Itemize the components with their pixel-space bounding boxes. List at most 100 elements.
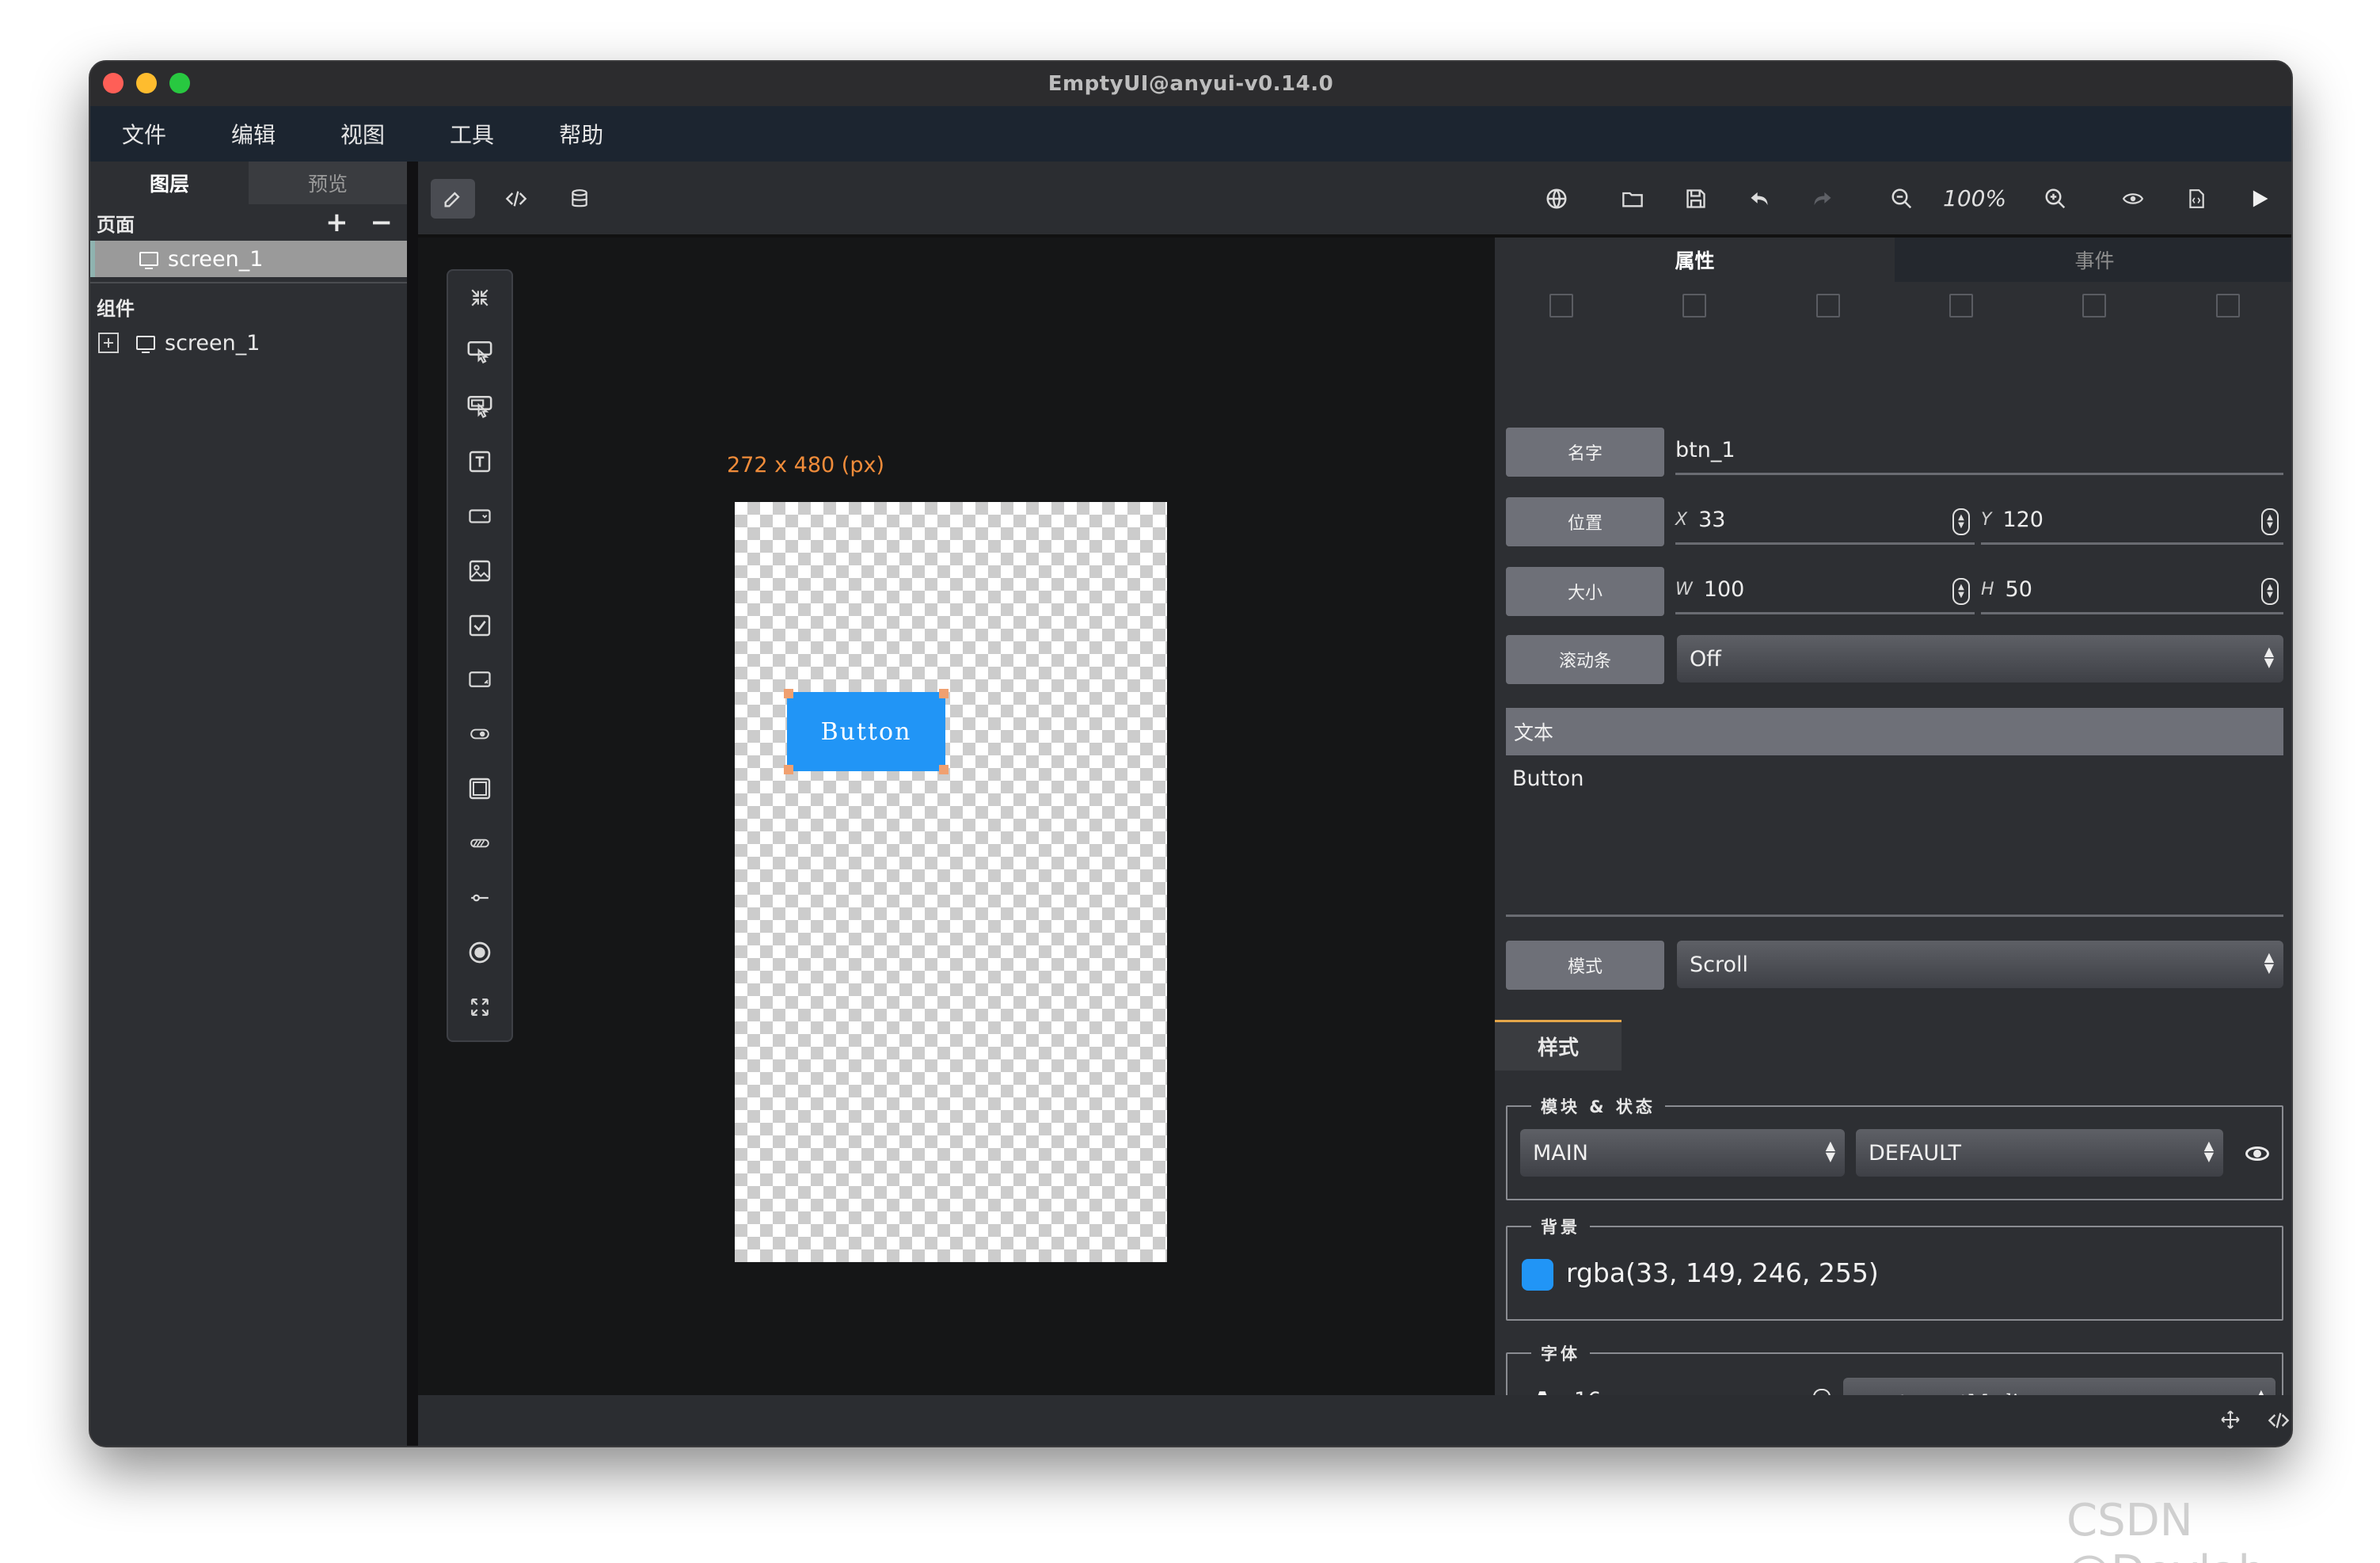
globe-button[interactable]: [1534, 179, 1579, 219]
tab-properties[interactable]: 属性: [1495, 238, 1895, 282]
align-bottom-icon[interactable]: [1949, 294, 1974, 318]
expand-icon[interactable]: [458, 986, 502, 1028]
visibility-eye-icon[interactable]: [2245, 1147, 2269, 1161]
menu-tools[interactable]: 工具: [450, 118, 494, 150]
align-v-center-icon[interactable]: [2215, 294, 2240, 318]
w-spinner[interactable]: ▲ ▼: [1952, 578, 1970, 605]
menu-help[interactable]: 帮助: [559, 118, 603, 150]
canvas-area: 272 x 480 (px) Button: [418, 238, 1495, 1395]
zoom-in-button[interactable]: [2033, 179, 2078, 219]
slider-widget-icon[interactable]: [458, 877, 502, 918]
tab-events[interactable]: 事件: [1895, 238, 2291, 282]
add-remove-page-buttons[interactable]: + −: [325, 207, 399, 238]
image-widget-icon[interactable]: [458, 550, 502, 591]
position-row: 位置 X 33 ▲ ▼ Y 120 ▲ ▼: [1506, 497, 2283, 546]
name-label: 名字: [1506, 428, 1664, 477]
move-icon[interactable]: [2220, 1409, 2241, 1430]
resources-button[interactable]: [557, 179, 602, 219]
h-spinner[interactable]: ▲ ▼: [2261, 578, 2279, 605]
screen-canvas[interactable]: Button: [735, 502, 1167, 1262]
align-h-center-icon[interactable]: [2082, 294, 2107, 318]
edit-mode-button[interactable]: [431, 179, 475, 219]
container-widget-icon[interactable]: [458, 768, 502, 810]
preview-button[interactable]: [2111, 179, 2155, 219]
background-color-value[interactable]: rgba(33, 149, 246, 255): [1566, 1257, 1879, 1288]
code-icon: [505, 191, 527, 207]
textarea-widget-icon[interactable]: [458, 659, 502, 701]
x-field[interactable]: X 33 ▲ ▼: [1675, 497, 1975, 545]
zoom-out-icon: [1891, 188, 1912, 209]
select-arrows-icon: ▲▼: [2264, 949, 2274, 975]
w-axis-label: W: [1675, 580, 1693, 599]
redo-icon: [1814, 192, 1831, 206]
resize-handle[interactable]: [939, 765, 949, 774]
bar-widget-icon[interactable]: [458, 823, 502, 865]
part-select[interactable]: MAIN ▲ ▼: [1520, 1129, 1845, 1177]
eye-icon: [2122, 193, 2144, 204]
menu-view[interactable]: 视图: [340, 118, 385, 150]
export-button[interactable]: [2174, 179, 2218, 219]
component-item-screen-1[interactable]: screen_1: [90, 325, 407, 361]
resize-handle[interactable]: [939, 689, 949, 698]
y-value: 120: [2002, 508, 2044, 532]
menu-file[interactable]: 文件: [122, 118, 166, 150]
undo-icon: [1751, 192, 1768, 206]
zoom-window-button[interactable]: [169, 73, 190, 93]
position-label: 位置: [1506, 497, 1664, 546]
y-field[interactable]: Y 120 ▲ ▼: [1981, 497, 2283, 545]
background-color-swatch[interactable]: [1522, 1259, 1553, 1291]
components-header: 组件: [90, 288, 407, 325]
dropdown-widget-icon[interactable]: [458, 495, 502, 537]
zoom-out-button[interactable]: [1880, 179, 1924, 219]
pages-header: 页面 + −: [90, 204, 407, 241]
window-controls: [103, 73, 190, 93]
switch-widget-icon[interactable]: [458, 713, 502, 755]
text-input[interactable]: Button: [1506, 755, 2283, 917]
code-view-button[interactable]: [494, 179, 538, 219]
menu-edit[interactable]: 编辑: [231, 118, 276, 150]
tab-style[interactable]: 样式: [1495, 1020, 1622, 1071]
panel-splitter[interactable]: [407, 162, 418, 1446]
checkbox-widget-icon[interactable]: [458, 604, 502, 646]
radio-widget-icon[interactable]: [458, 931, 502, 973]
name-field[interactable]: btn_1: [1675, 428, 2283, 475]
resize-handle[interactable]: [784, 765, 793, 774]
x-axis-label: X: [1675, 510, 1688, 530]
x-spinner[interactable]: ▲ ▼: [1952, 508, 1970, 535]
y-spinner[interactable]: ▲ ▼: [2261, 508, 2279, 535]
tab-layers[interactable]: 图层: [90, 162, 249, 204]
font-family-select[interactable]: montserratMedium ▲▼: [1843, 1378, 2275, 1395]
redo-button[interactable]: [1800, 179, 1845, 219]
resize-handle[interactable]: [784, 689, 793, 698]
state-value: DEFAULT: [1869, 1140, 1961, 1166]
file-code-icon: [2189, 189, 2204, 208]
image-button-widget-icon[interactable]: [458, 386, 502, 428]
select-arrows-icon: ▲▼: [1825, 1138, 1835, 1164]
minimize-window-button[interactable]: [136, 73, 157, 93]
align-top-icon[interactable]: [1815, 294, 1840, 318]
page-item-screen-1[interactable]: screen_1: [90, 241, 407, 277]
scrollbar-select[interactable]: Off ▲ ▼: [1677, 635, 2283, 683]
font-size-spinner[interactable]: ▲▼: [1813, 1389, 1831, 1395]
tab-preview[interactable]: 预览: [249, 162, 407, 204]
open-folder-button[interactable]: [1610, 179, 1655, 219]
expand-icon[interactable]: [98, 333, 119, 353]
font-size-field[interactable]: 16 ▲▼: [1574, 1378, 1835, 1395]
align-left-icon[interactable]: [1549, 294, 1574, 318]
state-select[interactable]: DEFAULT ▲ ▼: [1856, 1129, 2223, 1177]
monitor-icon: [139, 252, 158, 269]
align-right-icon[interactable]: [1682, 294, 1707, 318]
canvas-button-widget[interactable]: Button: [787, 692, 945, 771]
button-widget-icon[interactable]: [458, 332, 502, 374]
close-window-button[interactable]: [103, 73, 124, 93]
collapse-icon[interactable]: [458, 277, 502, 319]
run-button[interactable]: [2237, 179, 2282, 219]
w-field[interactable]: W 100 ▲ ▼: [1675, 567, 1975, 614]
mode-select[interactable]: Scroll ▲ ▼: [1677, 941, 2283, 988]
text-section-header: 文本: [1506, 708, 2283, 755]
h-field[interactable]: H 50 ▲ ▼: [1981, 567, 2283, 614]
undo-button[interactable]: [1737, 179, 1781, 219]
save-button[interactable]: [1674, 179, 1718, 219]
label-widget-icon[interactable]: [458, 441, 502, 483]
code-icon[interactable]: [2266, 1409, 2291, 1432]
